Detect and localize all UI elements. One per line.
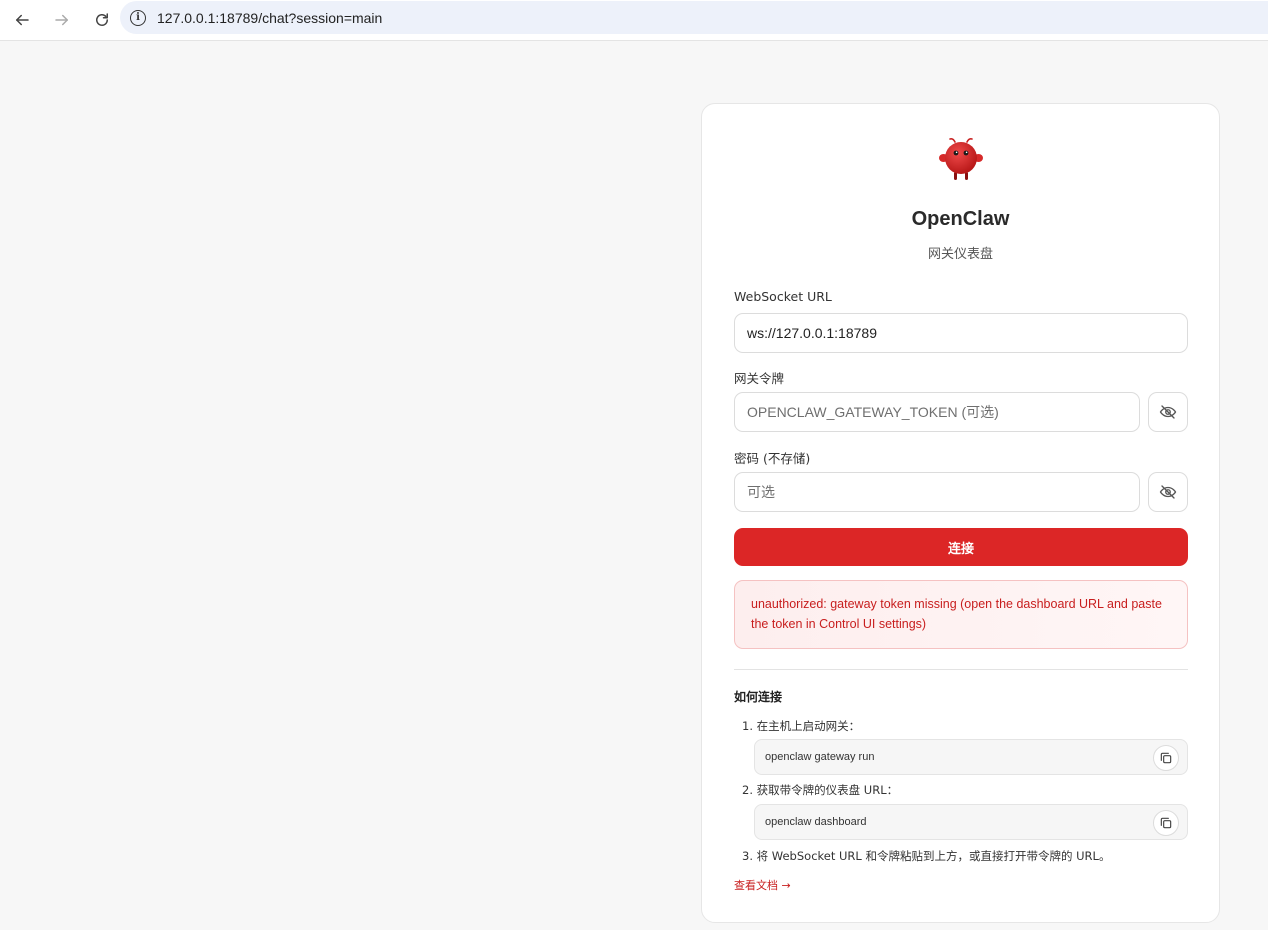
websocket-url-input[interactable]	[734, 313, 1188, 353]
howto-title: 如何连接	[734, 690, 783, 704]
reload-button[interactable]	[84, 3, 120, 37]
password-label: 密码 (不存储)	[734, 451, 811, 466]
forward-button[interactable]	[44, 3, 80, 37]
eye-off-icon	[1159, 485, 1177, 499]
reload-icon	[96, 13, 108, 26]
eye-off-icon	[1159, 405, 1177, 419]
copy-icon	[1160, 752, 1172, 764]
info-icon[interactable]: i	[130, 9, 146, 26]
address-bar[interactable]: i 127.0.0.1:18789/chat?session=main	[120, 1, 1268, 34]
step-2-text: 2. 获取带令牌的仪表盘 URL：	[742, 783, 899, 797]
arrow-left-icon	[16, 14, 29, 26]
copy-icon	[1160, 817, 1172, 829]
copy-step-1-button[interactable]	[1153, 745, 1179, 771]
step-1-command: openclaw gateway run	[765, 751, 875, 763]
copy-step-2-button[interactable]	[1153, 810, 1179, 836]
step-2-command: openclaw dashboard	[765, 816, 867, 828]
divider	[734, 669, 1188, 670]
address-url: 127.0.0.1:18789/chat?session=main	[157, 9, 383, 26]
step-1-code-block: openclaw gateway run	[754, 739, 1188, 775]
step-2-code-block: openclaw dashboard	[754, 804, 1188, 840]
app-subtitle: 网关仪表盘	[927, 247, 993, 262]
connect-button[interactable]: 连接	[734, 528, 1188, 566]
lobster-mascot-icon	[939, 138, 983, 180]
gateway-token-input[interactable]	[734, 392, 1140, 432]
toggle-password-visibility-button[interactable]	[1148, 472, 1188, 512]
docs-link[interactable]: 查看文档 →	[734, 877, 791, 893]
arrow-right-icon	[55, 14, 68, 26]
password-input[interactable]	[734, 472, 1140, 512]
back-button[interactable]	[4, 3, 40, 37]
error-message: unauthorized: gateway token missing (ope…	[734, 580, 1188, 649]
step-1-text: 1. 在主机上启动网关：	[742, 719, 861, 733]
browser-toolbar: i 127.0.0.1:18789/chat?session=main	[0, 0, 1268, 41]
step-3-text: 3. 将 WebSocket URL 和令牌粘贴到上方，或直接打开带令牌的 UR…	[742, 849, 1111, 863]
app-title: OpenClaw	[911, 208, 1010, 230]
toggle-token-visibility-button[interactable]	[1148, 392, 1188, 432]
gateway-token-label: 网关令牌	[734, 371, 785, 386]
websocket-url-label: WebSocket URL	[734, 289, 832, 304]
login-card: OpenClaw 网关仪表盘 WebSocket URL 网关令牌 密码 (不存…	[701, 103, 1220, 923]
